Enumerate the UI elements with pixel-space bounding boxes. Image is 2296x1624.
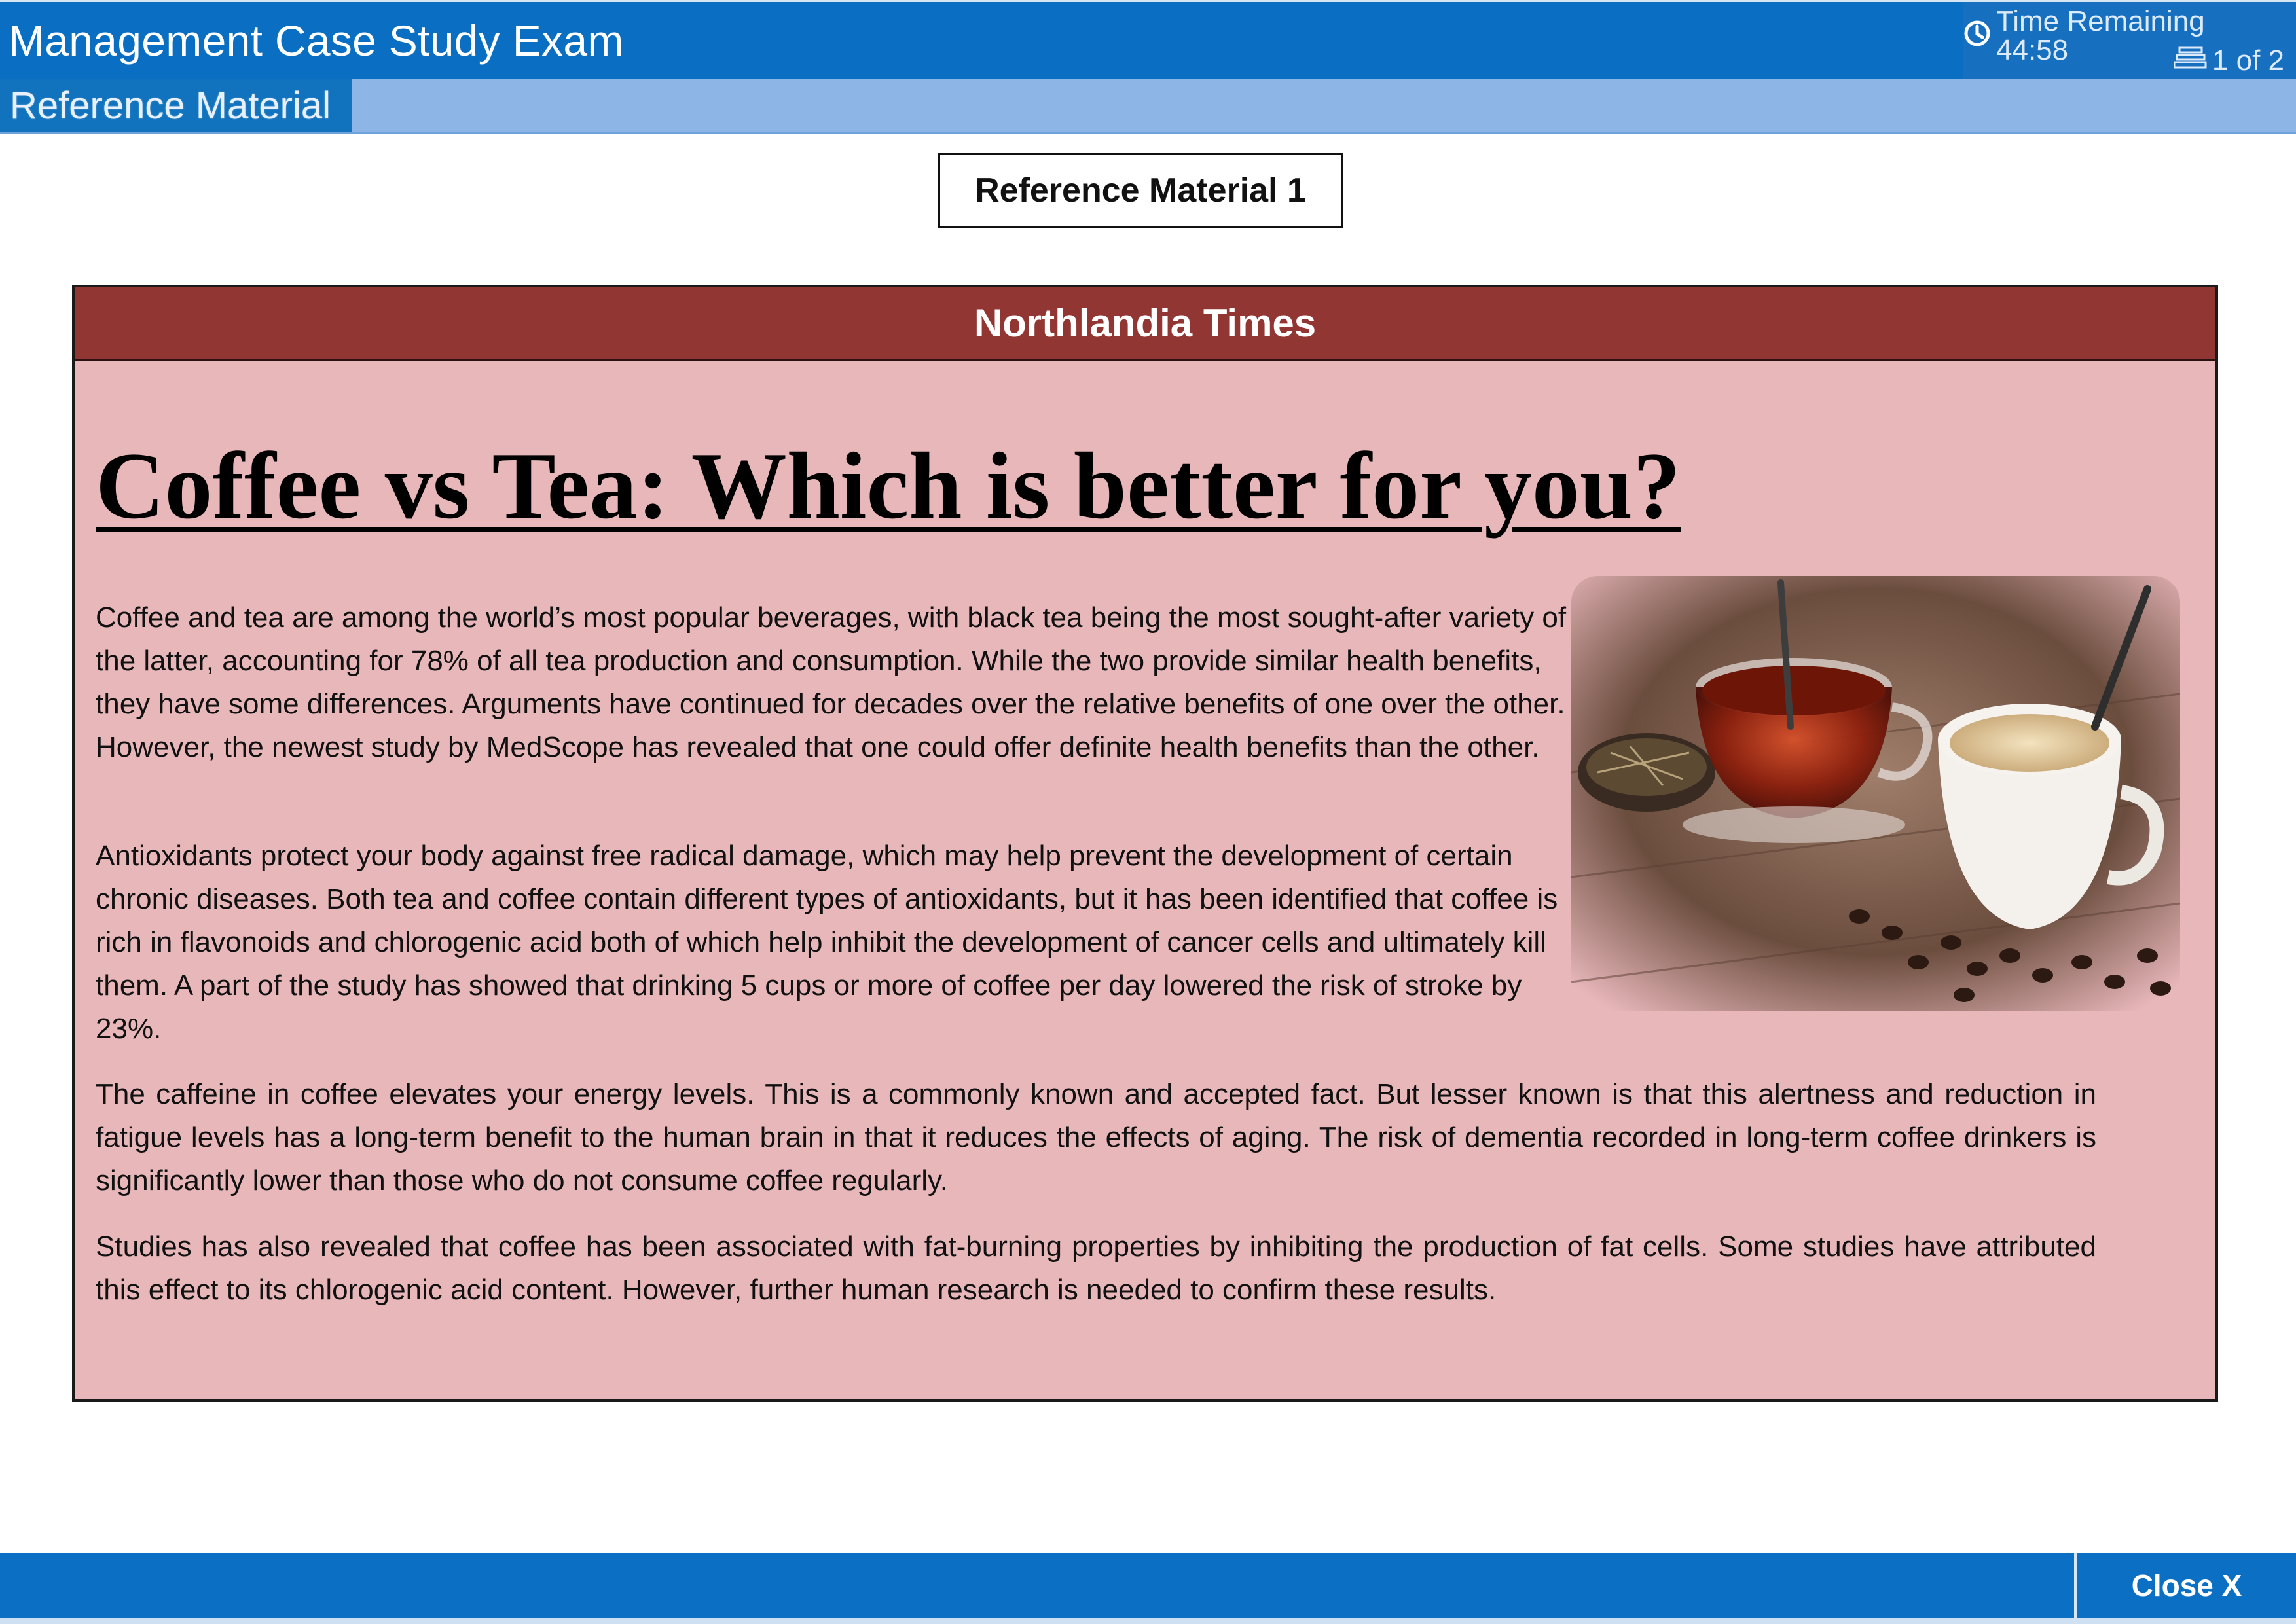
exam-footer: Close X	[0, 1553, 2296, 1624]
coffee-and-tea-photo	[1571, 576, 2180, 1011]
timer-panel: Time Remaining 44:58 1 of 2	[1963, 2, 2296, 81]
footer-divider	[0, 1618, 2296, 1624]
article-paragraph: Coffee and tea are among the world’s mos…	[96, 602, 1567, 763]
tab-reference-material[interactable]: Reference Material	[0, 79, 352, 132]
clock-icon	[1963, 20, 1991, 52]
exam-header: Management Case Study Exam Time Remainin…	[0, 0, 2296, 81]
article-paragraph: Studies has also revealed that coffee ha…	[96, 1231, 2096, 1306]
article-panel: Northlandia Times Coffee vs Tea: Which i…	[72, 285, 2218, 1402]
article-paragraph: Antioxidants protect your body against f…	[96, 840, 1558, 1045]
exam-title: Management Case Study Exam	[9, 16, 624, 65]
reference-material-label: Reference Material 1	[938, 153, 1343, 228]
newspaper-masthead: Northlandia Times	[75, 287, 2215, 361]
page-stack-icon	[2173, 45, 2207, 77]
article-headline: Coffee vs Tea: Which is better for you?	[96, 433, 1681, 539]
article-paragraph: The caffeine in coffee elevates your ene…	[96, 1078, 2096, 1197]
page-indicator: 1 of 2	[2173, 45, 2284, 77]
close-button[interactable]: Close X	[2074, 1553, 2296, 1618]
sub-navigation-bar: Reference Material	[0, 79, 2296, 134]
page-indicator-text: 1 of 2	[2212, 45, 2284, 77]
